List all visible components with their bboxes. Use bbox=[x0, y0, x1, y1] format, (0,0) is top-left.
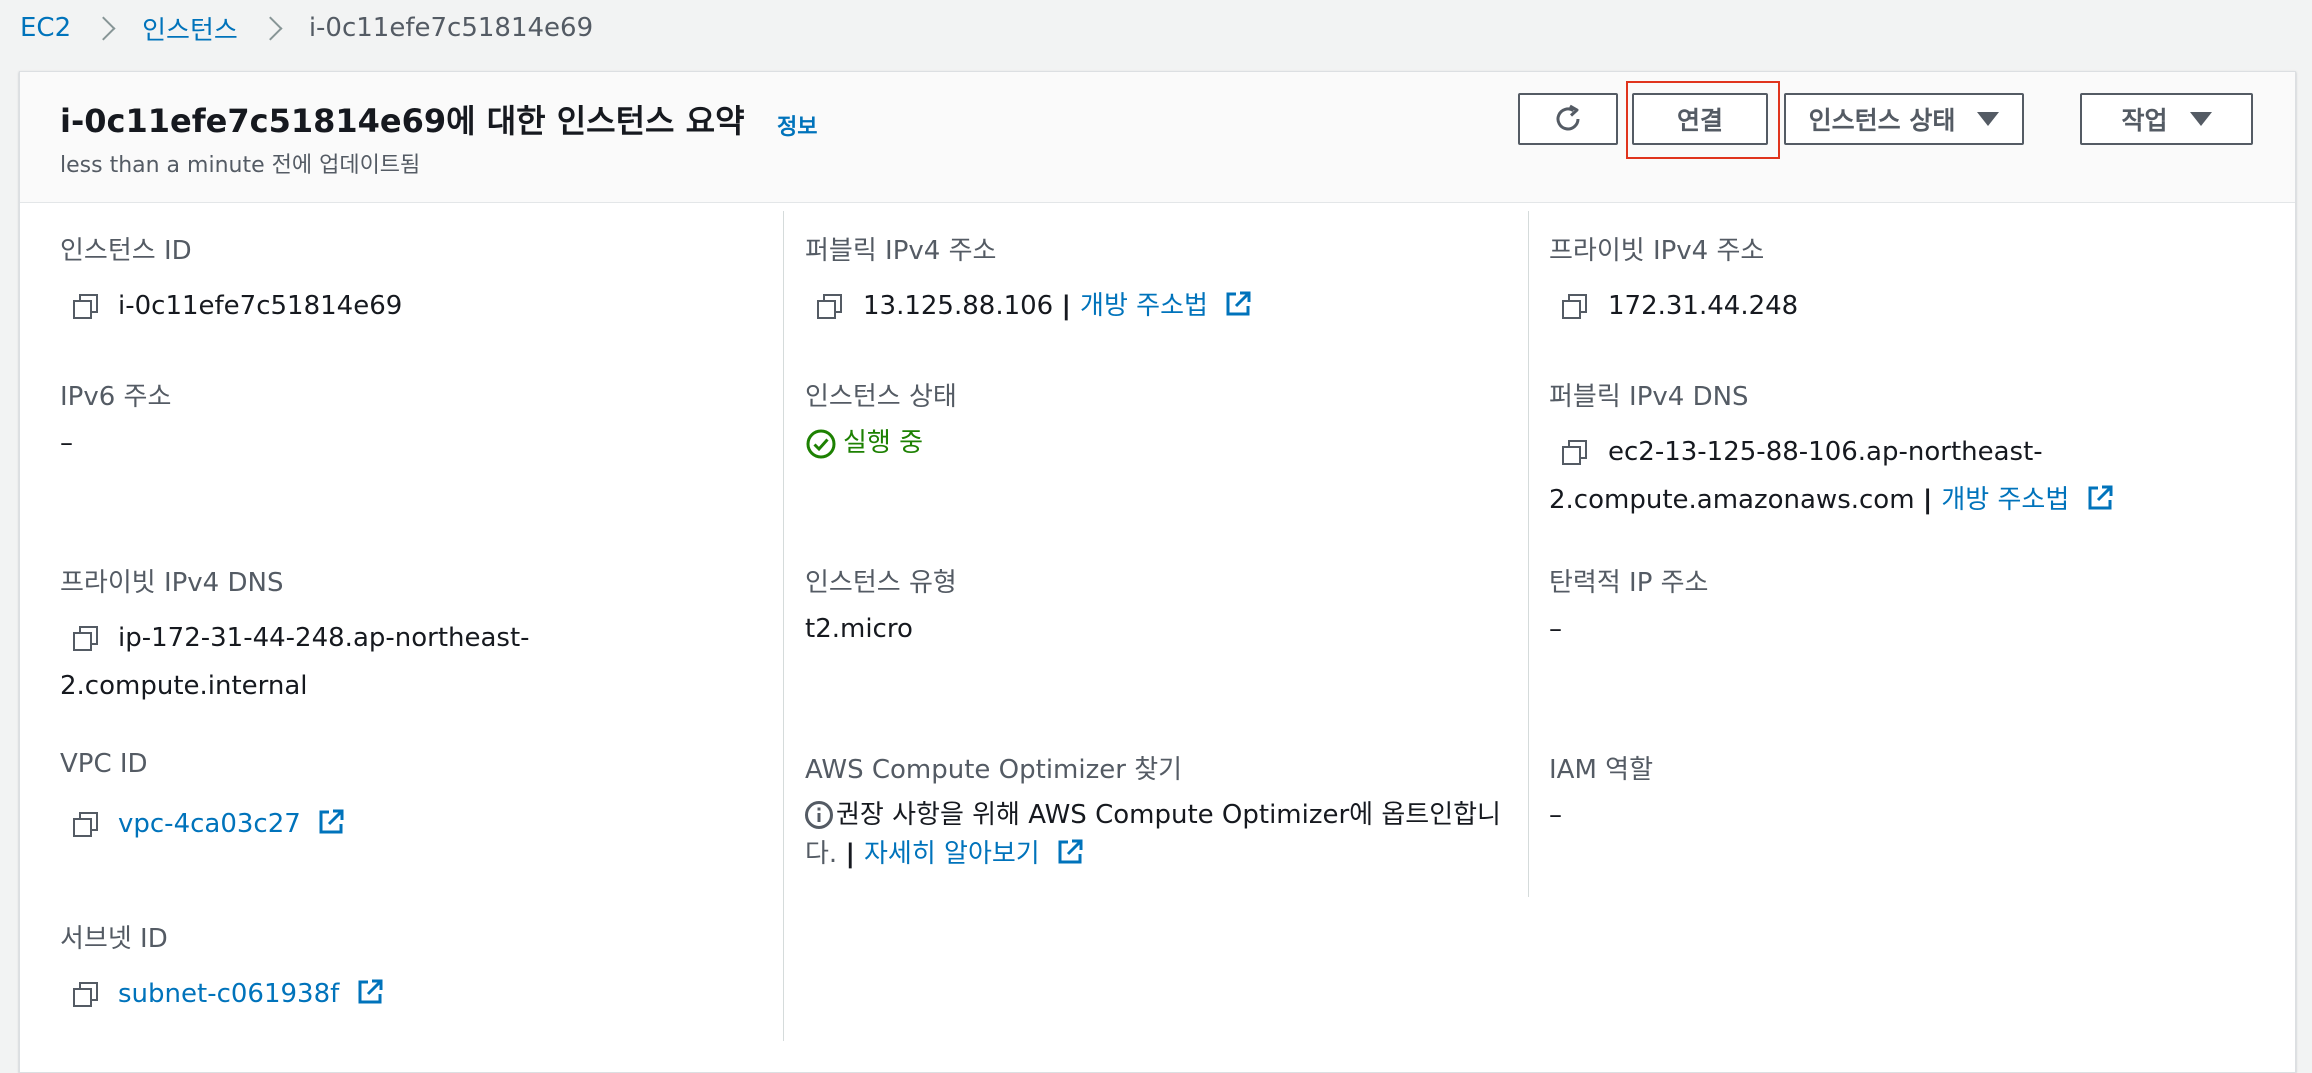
panel-header: i-0c11efe7c51814e69에 대한 인스턴스 요약 정보 less … bbox=[20, 72, 2295, 203]
elastic-ip-label: 탄력적 IP 주소 bbox=[1549, 568, 1709, 598]
instance-type-value: t2.micro bbox=[805, 614, 913, 644]
connect-button-highlight bbox=[1626, 81, 1780, 159]
breadcrumb-ec2-link[interactable]: EC2 bbox=[20, 13, 71, 43]
instance-state-dropdown[interactable]: 인스턴스 상태 bbox=[1784, 93, 2024, 145]
copy-icon[interactable] bbox=[1560, 292, 1588, 320]
public-dns-value-row: 2.compute.amazonaws.com | 개방 주소법 bbox=[1549, 476, 2114, 524]
external-link-icon[interactable] bbox=[317, 808, 345, 836]
breadcrumb-current: i-0c11efe7c51814e69 bbox=[308, 13, 594, 43]
separator: | bbox=[845, 839, 865, 869]
public-ipv4-label: 퍼블릭 IPv4 주소 bbox=[805, 236, 997, 266]
vpc-id-label: VPC ID bbox=[60, 749, 148, 779]
instance-state-dropdown-label: 인스턴스 상태 bbox=[1808, 106, 1956, 135]
column-divider bbox=[783, 211, 784, 1041]
instance-state-value: 실행 중 bbox=[843, 428, 924, 458]
external-link-icon[interactable] bbox=[1224, 290, 1252, 318]
public-dns-label: 퍼블릭 IPv4 DNS bbox=[1549, 382, 1749, 412]
copy-icon[interactable] bbox=[1560, 438, 1588, 466]
ipv6-label: IPv6 주소 bbox=[60, 382, 172, 412]
subnet-id-link[interactable]: subnet-c061938f bbox=[118, 979, 339, 1009]
info-icon bbox=[805, 801, 833, 829]
separator: | bbox=[1061, 291, 1081, 321]
optimizer-label: AWS Compute Optimizer 찾기 bbox=[805, 755, 1183, 785]
private-dns-label: 프라이빗 IPv4 DNS bbox=[60, 568, 284, 598]
private-dns-value-line2: 2.compute.internal bbox=[60, 671, 308, 701]
column-divider bbox=[1528, 211, 1529, 897]
copy-icon[interactable] bbox=[815, 292, 843, 320]
caret-down-icon bbox=[2189, 112, 2212, 126]
actions-dropdown[interactable]: 작업 bbox=[2080, 93, 2253, 145]
subnet-id-label: 서브넷 ID bbox=[60, 924, 168, 954]
public-dns-value-line2: 2.compute.amazonaws.com bbox=[1549, 485, 1915, 515]
private-dns-value-line1: ip-172-31-44-248.ap-northeast- bbox=[118, 623, 530, 653]
external-link-icon[interactable] bbox=[1056, 838, 1084, 866]
public-ipv4-open-link[interactable]: 개방 주소법 bbox=[1080, 291, 1208, 321]
actions-dropdown-label: 작업 bbox=[2121, 106, 2168, 135]
instance-id-label: 인스턴스 ID bbox=[60, 236, 192, 266]
private-ipv4-value: 172.31.44.248 bbox=[1608, 291, 1799, 321]
chevron-right-icon bbox=[258, 15, 283, 41]
public-dns-open-link[interactable]: 개방 주소법 bbox=[1941, 485, 2069, 515]
optimizer-text-line2: 다. bbox=[805, 839, 838, 869]
ipv6-value: – bbox=[60, 428, 73, 458]
instance-state-label: 인스턴스 상태 bbox=[805, 382, 957, 412]
breadcrumb: EC2 인스턴스 i-0c11efe7c51814e69 bbox=[20, 8, 593, 48]
public-ipv4-value: 13.125.88.106 bbox=[863, 291, 1054, 321]
subnet-id-value-row: subnet-c061938f bbox=[118, 970, 384, 1018]
learn-more-link[interactable]: 자세히 알아보기 bbox=[864, 839, 1040, 869]
vpc-id-value-row: vpc-4ca03c27 bbox=[118, 800, 345, 848]
instance-summary-panel: i-0c11efe7c51814e69에 대한 인스턴스 요약 정보 less … bbox=[19, 71, 2296, 1073]
optimizer-text-row2: 다. | 자세히 알아보기 bbox=[805, 830, 1084, 878]
success-check-icon bbox=[806, 429, 836, 459]
copy-icon[interactable] bbox=[71, 810, 99, 838]
external-link-icon[interactable] bbox=[2086, 484, 2114, 512]
copy-icon[interactable] bbox=[71, 292, 99, 320]
copy-icon[interactable] bbox=[71, 624, 99, 652]
public-dns-value-line1: ec2-13-125-88-106.ap-northeast- bbox=[1608, 437, 2043, 467]
chevron-right-icon bbox=[91, 15, 116, 41]
elastic-ip-value: – bbox=[1549, 614, 1562, 644]
public-ipv4-value-row: 13.125.88.106 | 개방 주소법 bbox=[863, 282, 1252, 330]
separator: | bbox=[1922, 485, 1942, 515]
instance-id-value: i-0c11efe7c51814e69 bbox=[118, 291, 403, 321]
info-link[interactable]: 정보 bbox=[777, 109, 817, 141]
refresh-button[interactable] bbox=[1518, 93, 1618, 145]
external-link-icon[interactable] bbox=[356, 978, 384, 1006]
iam-role-value: – bbox=[1549, 800, 1562, 830]
refresh-icon bbox=[1556, 104, 1580, 131]
last-updated-text: less than a minute 전에 업데이트됨 bbox=[60, 153, 421, 178]
copy-icon[interactable] bbox=[71, 980, 99, 1008]
page-title: i-0c11efe7c51814e69에 대한 인스턴스 요약 bbox=[60, 102, 745, 140]
breadcrumb-instances-link[interactable]: 인스턴스 bbox=[142, 10, 238, 47]
private-ipv4-label: 프라이빗 IPv4 주소 bbox=[1549, 236, 1765, 266]
vpc-id-link[interactable]: vpc-4ca03c27 bbox=[118, 809, 301, 839]
instance-type-label: 인스턴스 유형 bbox=[805, 568, 957, 598]
caret-down-icon bbox=[1977, 112, 2000, 126]
iam-role-label: IAM 역할 bbox=[1549, 755, 1653, 785]
